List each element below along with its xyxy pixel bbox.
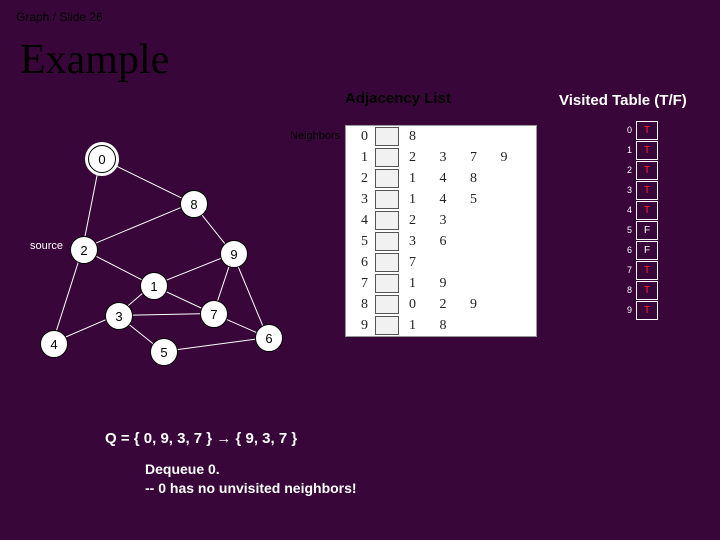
visited-row: 7T xyxy=(620,260,658,280)
adj-row: 91 8 xyxy=(346,315,536,336)
node-6: 6 xyxy=(255,324,283,352)
neighbors-label: Neighbors xyxy=(290,130,340,142)
adj-row: 67 xyxy=(346,252,536,273)
visited-header: Visited Table (T/F) xyxy=(559,92,687,109)
source-label: source xyxy=(30,240,63,252)
visited-row: 8T xyxy=(620,280,658,300)
adj-row: 12 3 7 9 xyxy=(346,147,536,168)
queue-label: Q = xyxy=(105,430,134,447)
visited-row: 6F xyxy=(620,240,658,260)
queue-text: { 0, 9, 3, 7 } → { 9, 3, 7 } xyxy=(134,430,297,447)
adj-row: 80 2 9 xyxy=(346,294,536,315)
node-8: 8 xyxy=(180,190,208,218)
adj-row: 08 xyxy=(346,126,536,147)
visited-row: 1T xyxy=(620,140,658,160)
visited-row: 5F xyxy=(620,220,658,240)
adj-row: 71 9 xyxy=(346,273,536,294)
adjacency-list: 0812 3 7 921 4 831 4 542 353 66771 980 2… xyxy=(345,125,537,337)
edge xyxy=(83,202,193,249)
page-title: Example xyxy=(20,36,169,84)
adj-row: 42 3 xyxy=(346,210,536,231)
adj-row: 53 6 xyxy=(346,231,536,252)
node-2: 2 xyxy=(70,236,98,264)
node-9: 9 xyxy=(220,240,248,268)
node-4: 4 xyxy=(40,330,68,358)
node-1: 1 xyxy=(140,272,168,300)
node-7: 7 xyxy=(200,300,228,328)
visited-row: 9T xyxy=(620,300,658,320)
node-3: 3 xyxy=(105,302,133,330)
adj-row: 21 4 8 xyxy=(346,168,536,189)
queue-line: Q = { 0, 9, 3, 7 } → { 9, 3, 7 } xyxy=(105,430,297,447)
adj-row: 31 4 5 xyxy=(346,189,536,210)
node-0: 0 xyxy=(88,145,116,173)
breadcrumb: Graph / Slide 26 xyxy=(16,10,103,24)
visited-row: 2T xyxy=(620,160,658,180)
visited-row: 4T xyxy=(620,200,658,220)
edge xyxy=(163,337,268,352)
dequeue-text: Dequeue 0. -- 0 has no unvisited neighbo… xyxy=(145,460,357,498)
visited-row: 3T xyxy=(620,180,658,200)
adjacency-header: Adjacency List xyxy=(345,90,451,107)
node-5: 5 xyxy=(150,338,178,366)
visited-table: 0T1T2T3T4T5F6F7T8T9T xyxy=(620,120,658,320)
visited-row: 0T xyxy=(620,120,658,140)
